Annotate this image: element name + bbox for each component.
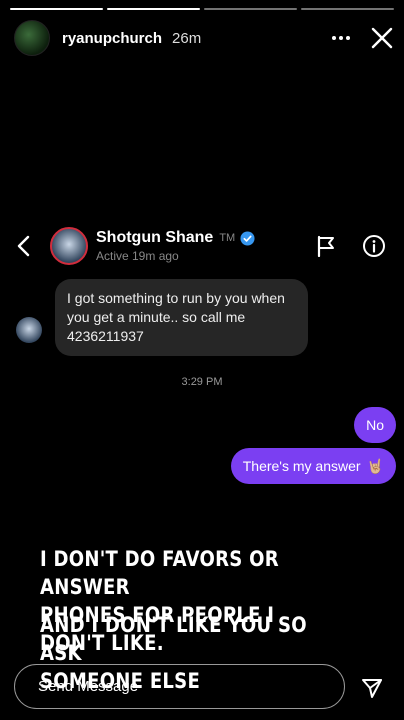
- progress-segment: [10, 8, 103, 10]
- incoming-message-row: I got something to run by you when you g…: [16, 279, 308, 356]
- dm-header-actions: [316, 234, 386, 258]
- send-message-composer[interactable]: [14, 664, 345, 709]
- story-header: ryanupchurch 26m: [14, 18, 394, 58]
- rock-hand-emoji: 🤘🏼: [366, 458, 384, 474]
- outgoing-message[interactable]: No: [354, 407, 396, 443]
- progress-segment: [107, 8, 200, 10]
- sender-avatar[interactable]: [16, 317, 42, 343]
- dm-name: Shotgun Shane: [96, 229, 214, 246]
- progress-segment: [301, 8, 394, 10]
- story-time: 26m: [172, 29, 202, 47]
- dm-tm: TM: [219, 232, 236, 244]
- more-icon[interactable]: [332, 36, 350, 40]
- verified-icon: [240, 230, 255, 246]
- story-actions: [332, 26, 394, 50]
- info-icon[interactable]: [362, 234, 386, 258]
- send-icon[interactable]: [360, 676, 384, 700]
- dm-avatar[interactable]: [50, 227, 88, 265]
- dm-title[interactable]: Shotgun Shane TM Active 19m ago: [96, 229, 255, 263]
- message-timestamp: 3:29 PM: [181, 376, 223, 388]
- progress-segment: [204, 8, 297, 10]
- outgoing-message-text: There's my answer: [242, 458, 361, 474]
- story-avatar[interactable]: [14, 20, 50, 56]
- dm-name-row: Shotgun Shane TM: [96, 229, 255, 247]
- dm-header: Shotgun Shane TM Active 19m ago: [0, 223, 404, 269]
- send-message-input[interactable]: [36, 677, 344, 696]
- back-icon[interactable]: [16, 234, 36, 258]
- story-username[interactable]: ryanupchurch: [62, 30, 162, 47]
- story-progress: [10, 8, 394, 10]
- incoming-message[interactable]: I got something to run by you when you g…: [55, 279, 308, 356]
- close-icon[interactable]: [370, 26, 394, 50]
- dm-active-status: Active 19m ago: [96, 249, 179, 263]
- outgoing-message[interactable]: There's my answer 🤘🏼: [230, 448, 396, 484]
- flag-icon[interactable]: [316, 235, 336, 257]
